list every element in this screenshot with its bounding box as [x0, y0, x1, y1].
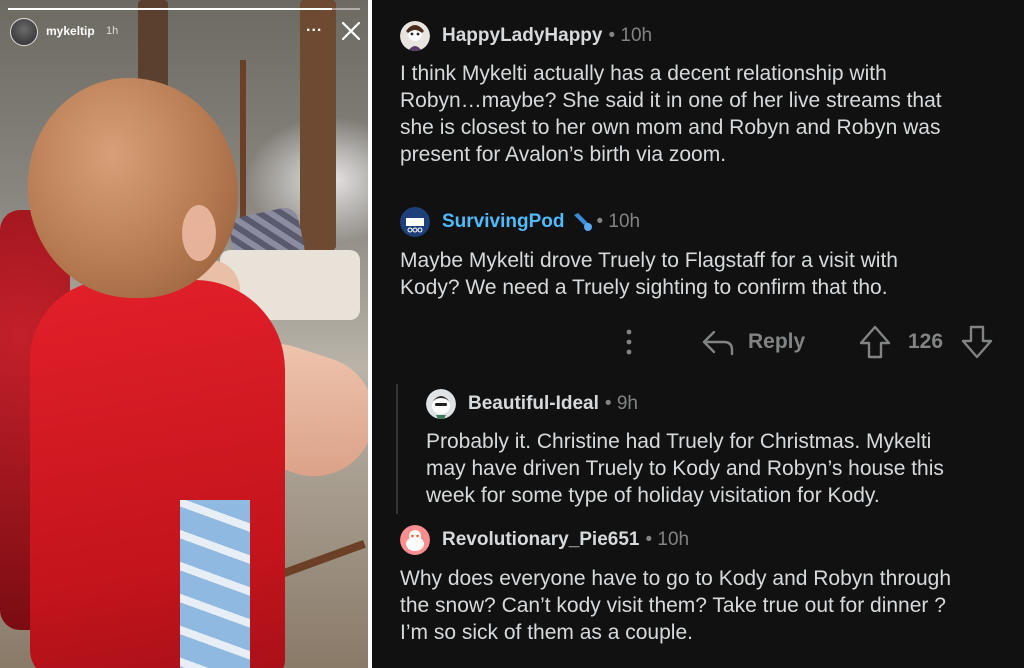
comment-line: Kody? We need a Truely sighting to confi… [400, 276, 888, 299]
comment-body: Maybe Mykelti drove Truely to Flagstaff … [400, 247, 898, 301]
comment-meta: HappyLadyHappy • 10h [400, 21, 653, 51]
flair-icon [574, 213, 593, 231]
downvote-icon[interactable] [960, 324, 994, 360]
comment-line: present for Avalon’s birth via zoom. [400, 143, 727, 166]
user-avatar-icon[interactable] [426, 389, 456, 419]
comment-line: Robyn…maybe? She said it in one of her l… [400, 89, 942, 112]
user-avatar-icon[interactable] [400, 21, 430, 51]
comment-thread: HappyLadyHappy • 10h I think Mykelti act… [372, 0, 1024, 668]
comment-time: • 10h [596, 211, 641, 232]
comment-time: • 10h [608, 25, 653, 46]
comment-username[interactable]: Beautiful-Ideal [468, 393, 599, 415]
reply-button[interactable]: Reply [748, 330, 805, 354]
comment-line: may have driven Truely to Kody and Robyn… [426, 457, 944, 480]
more-options-icon[interactable]: ... [306, 18, 322, 36]
more-options-icon[interactable] [622, 326, 636, 358]
comment-line: Probably it. Christine had Truely for Ch… [426, 430, 932, 453]
comment-meta: Beautiful-Ideal • 9h [426, 389, 638, 419]
comment-line: week for some type of holiday visitation… [426, 484, 880, 507]
story-progress-fill [8, 8, 332, 10]
comment-line: I’m so sick of them as a couple. [400, 621, 693, 644]
close-icon[interactable] [340, 20, 362, 42]
comment-line: Maybe Mykelti drove Truely to Flagstaff … [400, 249, 898, 272]
user-avatar-icon[interactable] [400, 207, 430, 237]
story-header: mykeltip 1h ... [0, 0, 368, 56]
thread-line[interactable] [396, 384, 398, 514]
user-avatar-icon[interactable] [400, 525, 430, 555]
comment-time: • 10h [645, 529, 690, 550]
story-progress-bar [8, 8, 360, 10]
story-username[interactable]: mykeltip [46, 24, 95, 38]
baby-head [28, 78, 238, 298]
comment-line: the snow? Can’t kody visit them? Take tr… [400, 594, 946, 617]
comment-username[interactable]: SurvivingPod [442, 211, 564, 233]
story-panel[interactable]: mykeltip 1h ... [0, 0, 368, 668]
comment-meta: SurvivingPod • 10h [400, 207, 641, 237]
comment-body: Probably it. Christine had Truely for Ch… [426, 428, 944, 509]
story-avatar[interactable] [10, 18, 38, 46]
comment-body: Why does everyone have to go to Kody and… [400, 565, 951, 646]
reply-icon[interactable] [700, 328, 736, 358]
baby-ear [182, 205, 216, 261]
comment-line: Why does everyone have to go to Kody and… [400, 567, 952, 590]
comment-line: she is closest to her own mom and Robyn … [400, 116, 941, 139]
baby-star-pants [180, 500, 250, 668]
comment-username[interactable]: HappyLadyHappy [442, 25, 602, 47]
comment-line: I think Mykelti actually has a decent re… [400, 62, 887, 85]
comment-meta: Revolutionary_Pie651 • 10h [400, 525, 690, 555]
upvote-icon[interactable] [858, 324, 892, 360]
comment-body: I think Mykelti actually has a decent re… [400, 60, 942, 168]
vote-count: 126 [908, 330, 944, 353]
comment-username[interactable]: Revolutionary_Pie651 [442, 529, 639, 551]
comment-action-bar: Reply 126 [372, 320, 1024, 364]
comment-time: • 9h [604, 393, 638, 414]
story-time: 1h [106, 25, 119, 37]
